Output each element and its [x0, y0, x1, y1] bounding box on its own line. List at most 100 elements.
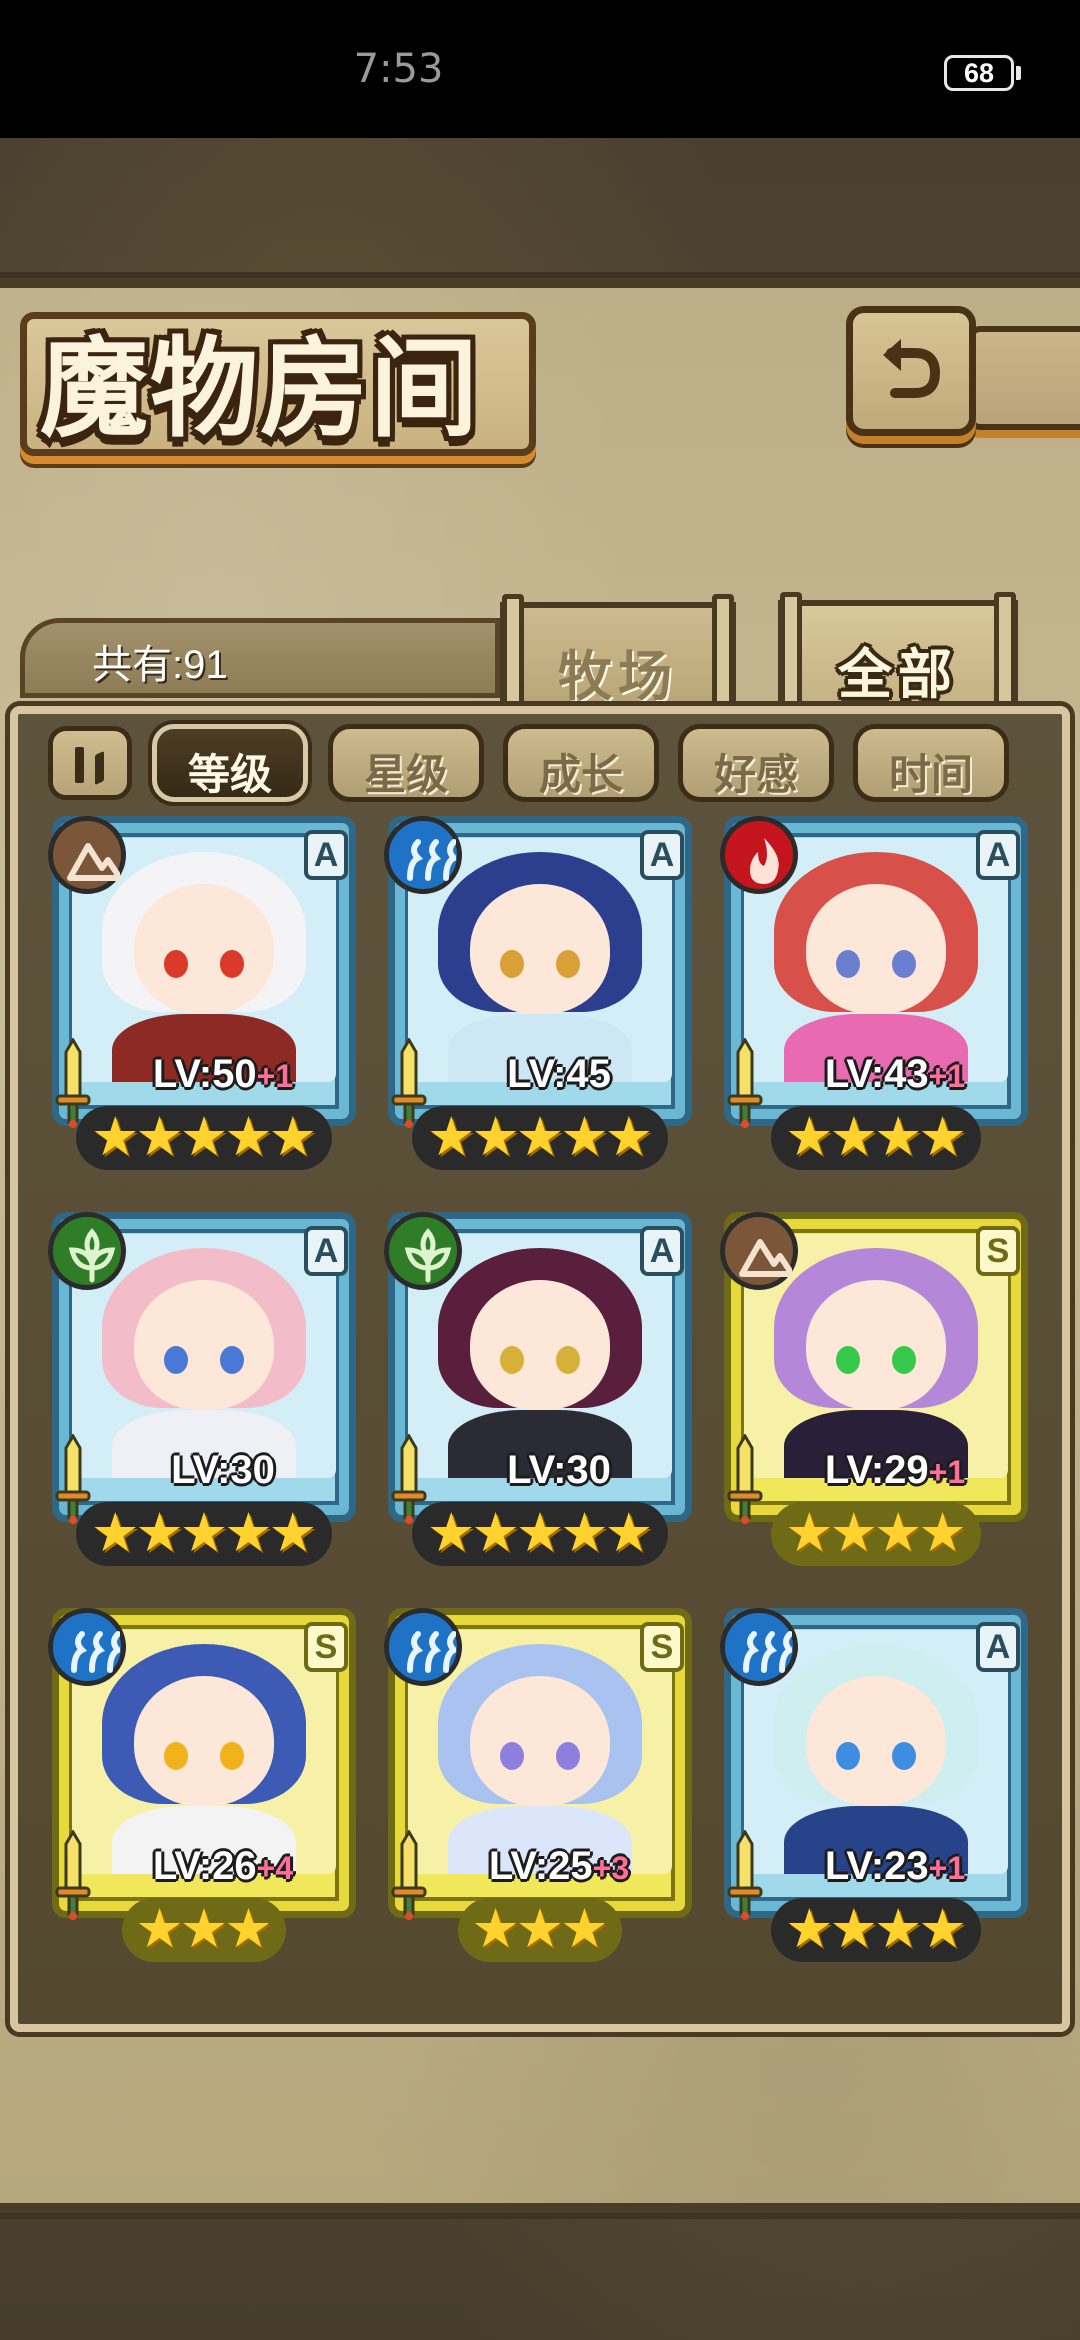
rank-badge: A — [304, 1226, 348, 1276]
star-icon: ★ — [918, 1105, 967, 1168]
star-icon: ★ — [179, 1501, 229, 1564]
water-element-icon — [384, 816, 462, 894]
star-icon: ★ — [90, 1105, 140, 1168]
level-value: LV:25 — [488, 1844, 593, 1888]
monster-card[interactable]: S LV:25+3 ★★★ — [384, 1608, 696, 1966]
level-value: LV:30 — [171, 1448, 275, 1492]
sort-order-icon — [75, 747, 84, 783]
portrait-face — [134, 1676, 274, 1806]
star-rating: ★★★★★ — [412, 1106, 668, 1170]
fire-element-icon — [720, 816, 798, 894]
portrait-eye — [220, 950, 244, 978]
star-rating: ★★★ — [458, 1898, 622, 1962]
star-icon: ★ — [604, 1501, 654, 1564]
star-icon: ★ — [560, 1105, 609, 1168]
star-rating: ★★★ — [122, 1898, 286, 1962]
level-bonus: +1 — [928, 1058, 966, 1094]
portrait-eye — [556, 1346, 580, 1374]
portrait-face — [470, 884, 610, 1014]
sort-growth-button[interactable]: 成长 — [503, 724, 659, 802]
star-icon: ★ — [179, 1105, 229, 1168]
portrait-eye — [556, 1742, 580, 1770]
portrait-face — [470, 1676, 610, 1806]
star-icon: ★ — [90, 1501, 140, 1564]
portrait-eye — [500, 1742, 524, 1770]
star-icon: ★ — [604, 1105, 654, 1168]
page-title: 魔物房间 — [40, 326, 481, 452]
level-bonus: +1 — [928, 1850, 966, 1886]
star-icon: ★ — [135, 1897, 184, 1960]
monster-card[interactable]: A LV:45 ★★★★★ — [384, 816, 696, 1174]
level-label: LV:23+1 — [780, 1844, 1010, 1888]
back-button[interactable] — [846, 306, 976, 436]
portrait-eye — [500, 1346, 524, 1374]
portrait-eye — [164, 950, 188, 978]
star-icon: ★ — [135, 1501, 184, 1564]
battery-tip — [1016, 66, 1021, 80]
monster-card[interactable]: S LV:26+4 ★★★ — [48, 1608, 360, 1966]
star-icon: ★ — [829, 1501, 878, 1564]
monster-card[interactable]: A LV:43+1 ★★★★ — [720, 816, 1032, 1174]
star-icon: ★ — [224, 1897, 273, 1960]
star-icon: ★ — [918, 1897, 967, 1960]
star-icon: ★ — [785, 1501, 834, 1564]
water-element-icon — [720, 1608, 798, 1686]
star-icon: ★ — [874, 1105, 923, 1168]
sword-icon — [726, 1433, 764, 1526]
monster-card[interactable]: S LV:29+1 ★★★★ — [720, 1212, 1032, 1570]
star-icon: ★ — [829, 1897, 878, 1960]
portrait-eye — [164, 1742, 188, 1770]
water-element-icon — [48, 1608, 126, 1686]
earth-element-icon — [720, 1212, 798, 1290]
sort-star-button[interactable]: 星级 — [328, 724, 484, 802]
monster-card[interactable]: A LV:50+1 ★★★★★ — [48, 816, 360, 1174]
grass-element-icon — [48, 1212, 126, 1290]
level-label: LV:25+3 — [444, 1844, 674, 1888]
tab-pasture[interactable]: 牧场 — [500, 594, 736, 712]
rank-badge: A — [976, 1622, 1020, 1672]
portrait-eye — [836, 1742, 860, 1770]
level-label: LV:50+1 — [108, 1052, 338, 1096]
star-icon: ★ — [268, 1105, 318, 1168]
level-bonus: +1 — [928, 1454, 966, 1490]
level-value: LV:45 — [507, 1052, 611, 1096]
sort-order-toggle[interactable] — [48, 726, 132, 800]
star-icon: ★ — [135, 1105, 184, 1168]
sword-icon — [54, 1829, 92, 1922]
star-rating: ★★★★ — [771, 1106, 981, 1170]
level-value: LV:29 — [824, 1448, 929, 1492]
monster-card[interactable]: A LV:30 ★★★★★ — [384, 1212, 696, 1570]
star-icon: ★ — [268, 1501, 318, 1564]
sort-time-button[interactable]: 时间 — [853, 724, 1009, 802]
monster-card[interactable]: A LV:30 ★★★★★ — [48, 1212, 360, 1570]
sword-icon — [726, 1829, 764, 1922]
back-arrow-icon — [883, 339, 941, 398]
rank-badge: S — [976, 1226, 1020, 1276]
level-label: LV:26+4 — [108, 1844, 338, 1888]
rank-badge: A — [640, 1226, 684, 1276]
portrait-eye — [836, 950, 860, 978]
level-label: LV:30 — [444, 1448, 674, 1492]
portrait-eye — [892, 1346, 916, 1374]
level-label: LV:45 — [444, 1052, 674, 1096]
star-icon: ★ — [471, 1897, 520, 1960]
portrait-face — [806, 884, 946, 1014]
monster-card[interactable]: A LV:23+1 ★★★★ — [720, 1608, 1032, 1966]
tab-all[interactable]: 全部 — [778, 592, 1018, 718]
sort-level-button[interactable]: 等级 — [152, 724, 308, 802]
portrait-eye — [220, 1742, 244, 1770]
water-element-icon — [384, 1608, 462, 1686]
star-icon: ★ — [560, 1897, 609, 1960]
star-icon: ★ — [224, 1105, 273, 1168]
portrait-face — [806, 1280, 946, 1410]
level-value: LV:50 — [152, 1052, 257, 1096]
sword-icon — [390, 1829, 428, 1922]
star-icon: ★ — [515, 1105, 565, 1168]
star-icon: ★ — [829, 1105, 878, 1168]
star-rating: ★★★★★ — [76, 1502, 332, 1566]
star-icon: ★ — [785, 1897, 834, 1960]
battery-icon: 68 — [944, 55, 1014, 91]
sort-affection-button[interactable]: 好感 — [678, 724, 834, 802]
level-value: LV:43 — [824, 1052, 929, 1096]
portrait-eye — [556, 950, 580, 978]
